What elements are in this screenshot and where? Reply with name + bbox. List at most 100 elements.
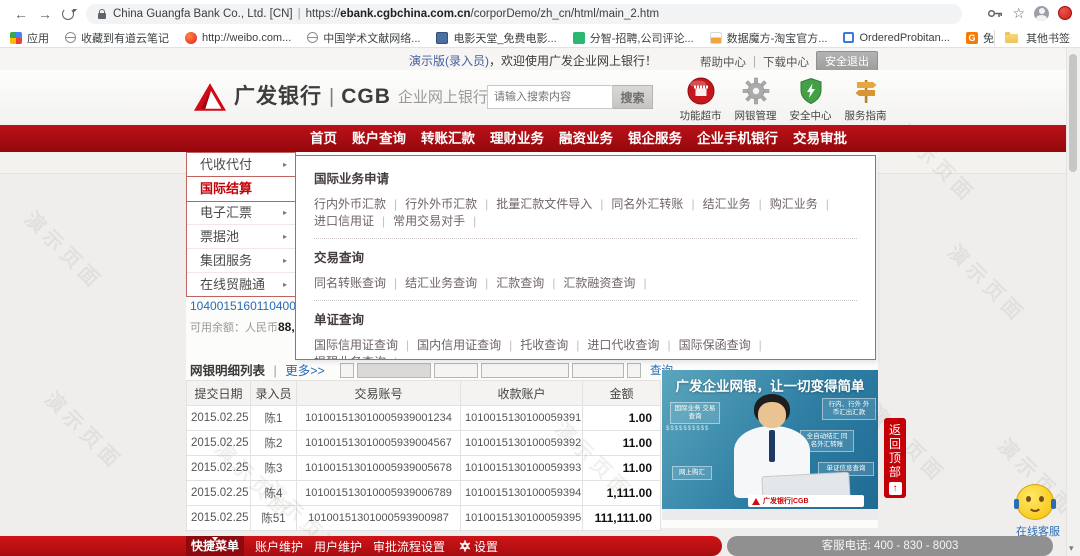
panel-link[interactable]: 常用交易对手 bbox=[393, 214, 484, 228]
bookmark-item[interactable]: 中国学术文献网络... bbox=[307, 30, 420, 46]
account-maintenance-link[interactable]: 账户维护 bbox=[255, 538, 303, 555]
cell-date: 2015.02.25 bbox=[186, 430, 251, 456]
panel-link[interactable]: 托收查询 bbox=[520, 338, 587, 352]
panel-link[interactable]: 同名转账查询 bbox=[314, 276, 405, 290]
browser-extension-icon[interactable] bbox=[1058, 6, 1072, 20]
download-center-link[interactable]: 下载中心 bbox=[763, 54, 809, 70]
nav-item[interactable]: 首页 bbox=[310, 125, 337, 152]
browser-forward-icon[interactable]: → bbox=[38, 5, 52, 23]
welcome-bar: 演示版(录入员)，欢迎使用广发企业网上银行！ 帮助中心 | 下载中心 安全退出 bbox=[0, 48, 1080, 72]
nav-item[interactable]: 交易审批 bbox=[793, 125, 847, 152]
more-link[interactable]: 更多>> bbox=[285, 364, 325, 378]
browser-reload-icon[interactable] bbox=[62, 8, 74, 20]
obscured-control[interactable] bbox=[434, 363, 478, 378]
help-center-link[interactable]: 帮助中心 bbox=[700, 54, 746, 70]
url-separator: | bbox=[297, 8, 301, 20]
panel-link[interactable]: 国内信用证查询 bbox=[417, 338, 520, 352]
panel-link[interactable]: 进口信用证 bbox=[314, 214, 393, 228]
menu-item[interactable]: 在线贸融通 ▸ bbox=[187, 273, 295, 296]
quick-menu-tab[interactable]: 快捷菜单 bbox=[186, 536, 244, 556]
approval-flow-settings-link[interactable]: 审批流程设置 bbox=[373, 538, 445, 555]
other-bookmarks[interactable]: 其他书签 bbox=[994, 29, 1070, 46]
panel-link[interactable]: 汇款查询 bbox=[496, 276, 563, 290]
bookmark-label: OrderedProbitan... bbox=[859, 31, 950, 44]
table-row[interactable]: 2015.02.25 陈3 101001513010005939005678 1… bbox=[186, 455, 661, 481]
profile-avatar-icon[interactable] bbox=[1034, 5, 1049, 21]
online-service-widget[interactable]: 在线客服 bbox=[1014, 484, 1060, 539]
detail-list-header: 网银明细列表 | 更多>> bbox=[190, 360, 325, 379]
bookmark-star-icon[interactable]: ☆ bbox=[1012, 5, 1025, 21]
safe-logout-button[interactable]: 安全退出 bbox=[816, 51, 878, 72]
menu-item[interactable]: 代收代付 ▸ bbox=[187, 153, 295, 177]
back-to-top-button[interactable]: 返回顶部 ↑ bbox=[884, 418, 906, 498]
obscured-control[interactable] bbox=[481, 363, 569, 378]
browser-back-icon[interactable]: ← bbox=[14, 5, 28, 23]
table-row[interactable]: 2015.02.25 陈4 101001513010005939006789 1… bbox=[186, 480, 661, 506]
panel-link[interactable]: 结汇业务查询 bbox=[405, 276, 496, 290]
search-input[interactable] bbox=[487, 85, 613, 109]
bookmark-item[interactable]: 收藏到有道云笔记 bbox=[65, 30, 169, 46]
obscured-control[interactable] bbox=[627, 363, 641, 378]
cell-payee: 1010015130100059393 bbox=[460, 455, 583, 481]
table-row[interactable]: 2015.02.25 陈51 10100151301000593900987 1… bbox=[186, 505, 661, 531]
nav-item[interactable]: 融资业务 bbox=[559, 125, 613, 152]
panel-link[interactable]: 行内外币汇款 bbox=[314, 197, 405, 211]
panel-link[interactable]: 批量汇款文件导入 bbox=[496, 197, 611, 211]
signpost-icon bbox=[855, 80, 876, 103]
obscured-control[interactable] bbox=[357, 363, 431, 378]
panel-link[interactable]: 行外外币汇款 bbox=[405, 197, 496, 211]
settings-button[interactable]: 设置 bbox=[459, 538, 498, 555]
bookmark-item[interactable]: OrderedProbitan... bbox=[843, 32, 950, 44]
panel-link[interactable]: 提醒业务查询 bbox=[314, 355, 405, 359]
search-button[interactable]: 搜索 bbox=[613, 85, 653, 109]
bookmark-favicon bbox=[185, 31, 197, 44]
nav-item[interactable]: 企业手机银行 bbox=[697, 125, 778, 152]
panel-link[interactable]: 国际保函查询 bbox=[679, 338, 770, 352]
bookmark-item[interactable]: 数据魔方-淘宝官方... bbox=[709, 30, 827, 46]
obscured-control[interactable] bbox=[340, 363, 354, 378]
detail-table: 提交日期 录入员 交易账号 收款账户 金额 2015.02.25 陈1 1010… bbox=[186, 380, 661, 531]
nav-item[interactable]: 银企服务 bbox=[628, 125, 682, 152]
table-row[interactable]: 2015.02.25 陈2 101001513010005939004567 1… bbox=[186, 430, 661, 456]
bookmark-item[interactable]: 应用 bbox=[10, 30, 49, 46]
bookmark-label: 中国学术文献网络... bbox=[323, 32, 421, 45]
menu-item[interactable]: 国际结算 bbox=[186, 176, 296, 202]
security-center-button[interactable]: 安全中心 bbox=[786, 76, 835, 123]
bookmark-favicon bbox=[307, 32, 319, 43]
account-summary: 10400151601104001 可用余额：人民币88,84 bbox=[190, 299, 303, 335]
page-scrollbar[interactable]: ▾ bbox=[1066, 48, 1080, 556]
table-row[interactable]: 2015.02.25 陈1 101001513010005939001234 1… bbox=[186, 405, 661, 431]
panel-link[interactable]: 结汇业务 bbox=[703, 197, 770, 211]
panel-link[interactable]: 进口代收查询 bbox=[587, 338, 678, 352]
nav-item[interactable]: 转账汇款 bbox=[421, 125, 475, 152]
bookmark-item[interactable]: http://weibo.com... bbox=[185, 31, 291, 44]
menu-item[interactable]: 电子汇票 ▸ bbox=[187, 201, 295, 225]
bookmark-item[interactable]: 电影天堂_免费电影... bbox=[436, 30, 557, 46]
scrollbar-thumb[interactable] bbox=[1069, 54, 1077, 172]
account-number-link[interactable]: 10400151601104001 bbox=[190, 299, 303, 313]
ebank-admin-button[interactable]: 网银管理 bbox=[731, 76, 780, 123]
address-bar[interactable]: China Guangfa Bank Co., Ltd. [CN] | https:… bbox=[86, 4, 962, 24]
nav-item[interactable]: 理财业务 bbox=[490, 125, 544, 152]
settings-label: 设置 bbox=[474, 539, 499, 554]
bookmark-favicon bbox=[572, 31, 585, 44]
menu-item[interactable]: 集团服务 ▸ bbox=[187, 249, 295, 273]
service-guide-button[interactable]: 服务指南 bbox=[841, 76, 890, 123]
menu-item[interactable]: 票据池 ▸ bbox=[187, 225, 295, 249]
key-icon[interactable] bbox=[987, 8, 1003, 19]
bookmark-item[interactable]: 分智-招聘,公司评论... bbox=[572, 30, 694, 46]
bookmark-item[interactable]: 免费网页抓取软件,... bbox=[965, 30, 994, 46]
logo-divider: | bbox=[329, 86, 335, 108]
panel-link[interactable]: 汇款融资查询 bbox=[563, 276, 654, 290]
ad-banner[interactable]: 广发企业网银，让一切变得简单 国际业务 交易查询 行内、行外 外币汇出汇款 全自… bbox=[662, 370, 878, 520]
user-maintenance-link[interactable]: 用户维护 bbox=[314, 538, 362, 555]
panel-link[interactable]: 国际信用证查询 bbox=[314, 338, 417, 352]
obscured-control[interactable] bbox=[572, 363, 624, 378]
scrollbar-down-arrow[interactable]: ▾ bbox=[1069, 543, 1074, 554]
nav-item[interactable]: 账户查询 bbox=[352, 125, 406, 152]
desk-image bbox=[662, 509, 878, 520]
menu-item-label: 代收代付 bbox=[200, 157, 253, 172]
panel-link[interactable]: 同名外汇转账 bbox=[611, 197, 702, 211]
app-market-button[interactable]: 功能超市 bbox=[676, 76, 725, 123]
panel-link[interactable]: 购汇业务 bbox=[770, 197, 837, 211]
